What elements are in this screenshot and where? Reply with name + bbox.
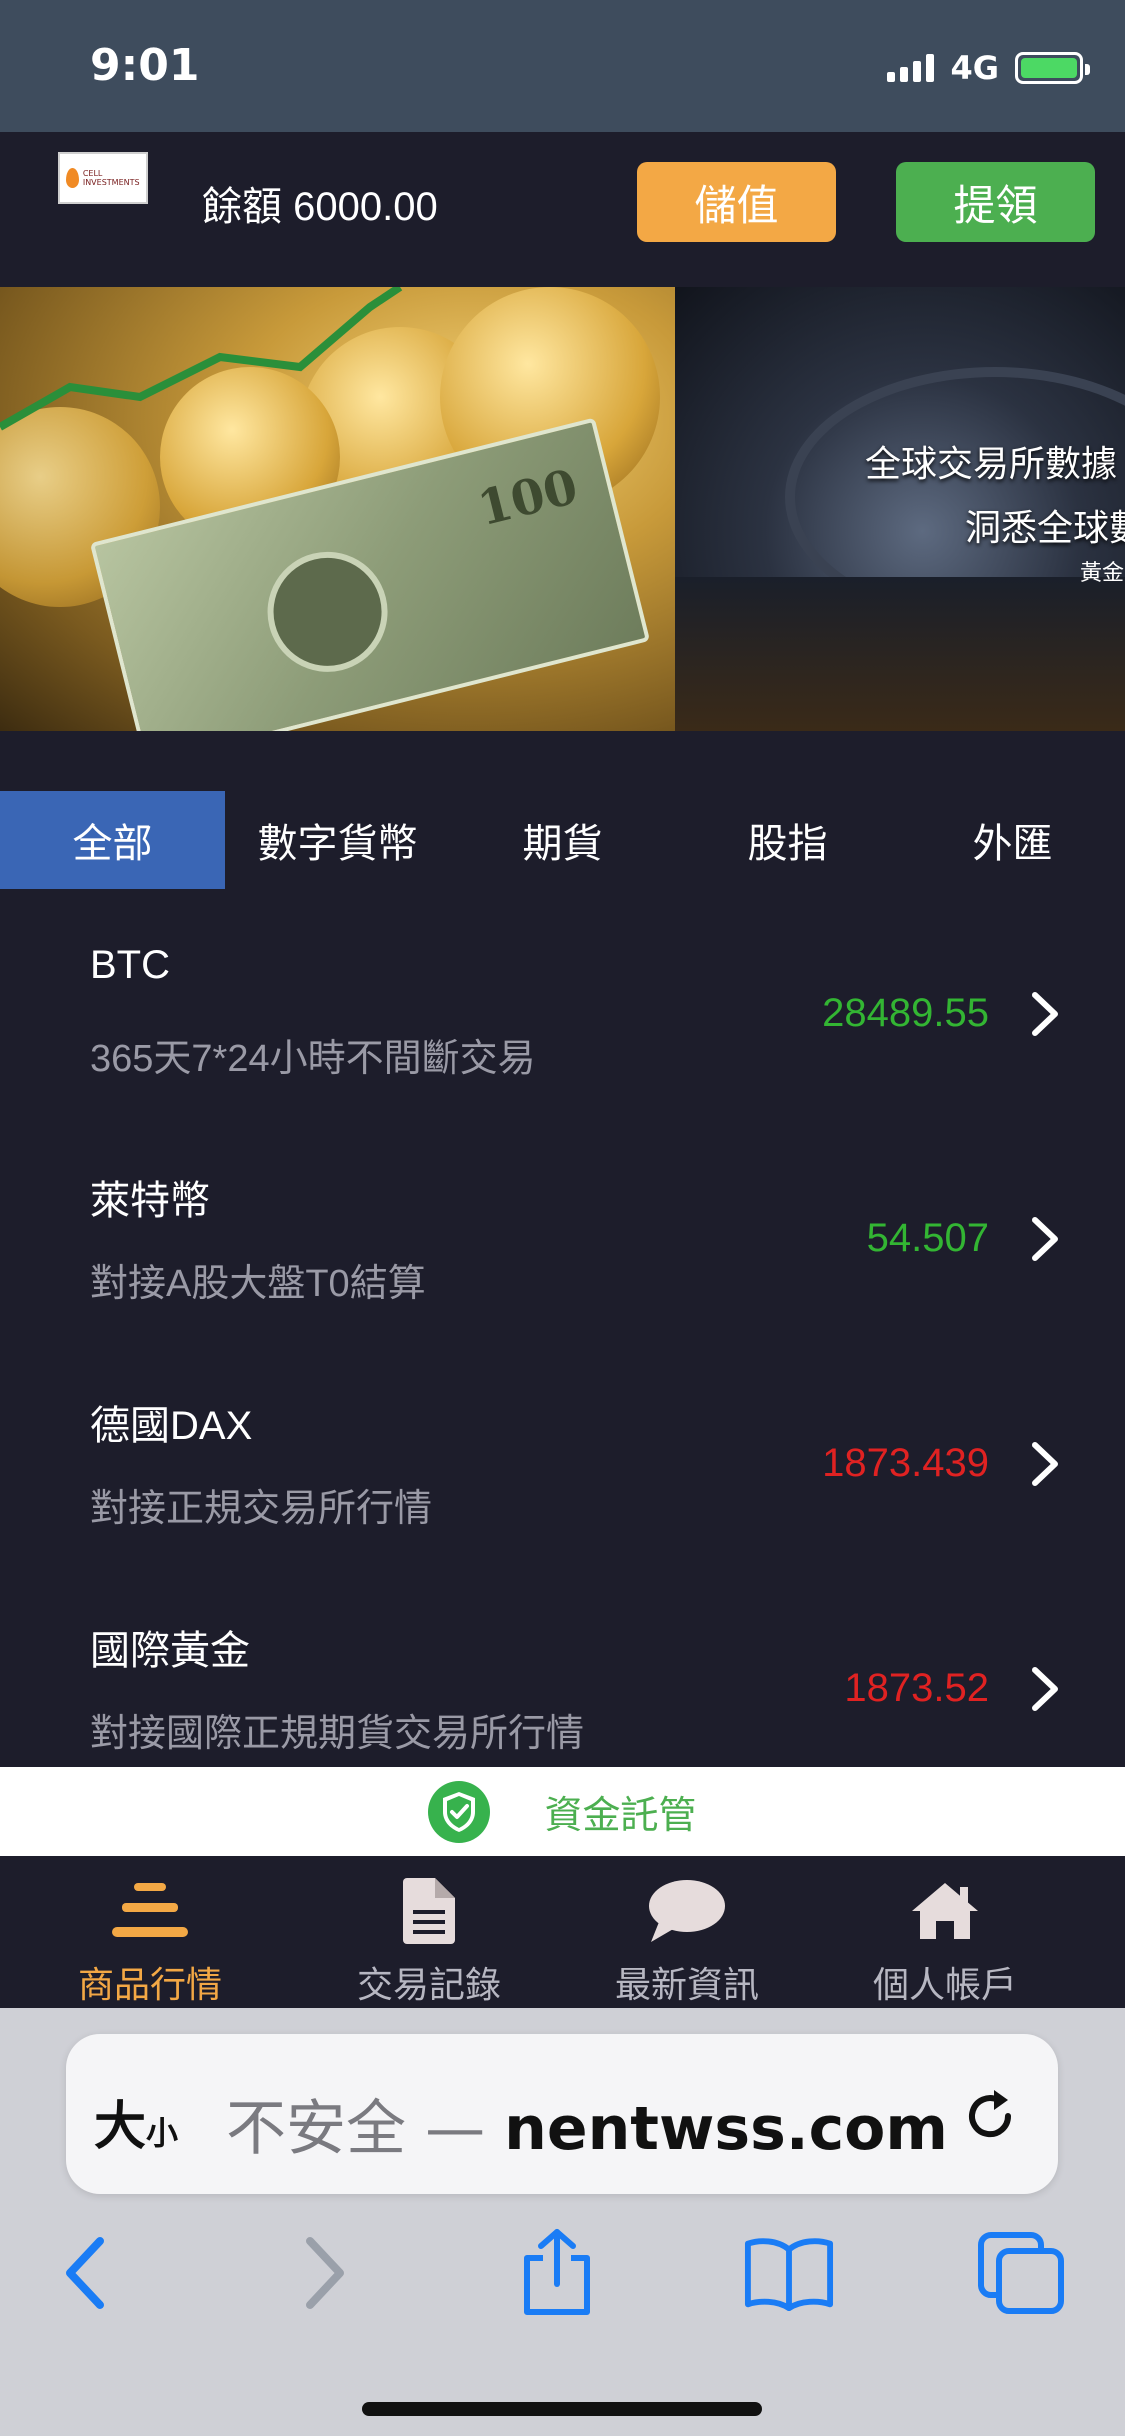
product-name: 德國DAX [90,1404,253,1448]
chevron-right-icon [1032,992,1058,1036]
banner-headline: 全球交易所數據 [865,443,1118,484]
status-time: 9:01 [90,40,200,91]
custody-label: 資金託管 [544,1795,697,1837]
nav-item-news[interactable]: 最新資訊 [558,1856,816,2008]
list-item[interactable]: 萊特幣 對接A股大盤T0結算 54.507 [0,1128,1125,1353]
product-price: 1873.52 [844,1666,989,1710]
list-item[interactable]: 國際黃金 對接國際正規期貨交易所行情 1873.52 [0,1578,1125,1767]
text-size-large: 大 [94,2097,147,2157]
browser-nav-tools [0,2208,1125,2348]
banner-caption: 黃金 [1080,560,1125,585]
tab-forex[interactable]: 外匯 [900,791,1125,889]
nav-label: 最新資訊 [614,1964,759,2005]
status-indicators: 4G [887,48,1090,88]
account-balance: 餘額 6000.00 [202,185,438,229]
reload-icon[interactable] [958,2084,1022,2148]
deposit-button[interactable]: 儲值 [637,162,836,242]
product-name: 萊特幣 [90,1179,210,1223]
product-description: 對接A股大盤T0結算 [90,1263,426,1305]
product-price: 28489.55 [822,991,989,1035]
chevron-right-icon [1032,1442,1058,1486]
banner-subheadline: 洞悉全球數 [965,507,1125,548]
fund-custody-banner[interactable]: 資金託管 [0,1767,1125,1856]
book-icon [744,2238,834,2311]
banner-slide-gold: 100 [0,287,675,731]
product-description: 365天7*24小時不間斷交易 [90,1038,536,1080]
chat-bubble-icon [647,1876,727,1946]
url-domain: nentwss.com [504,2094,948,2164]
product-list: BTC 365天7*24小時不間斷交易 28489.55 萊特幣 對接A股大盤T… [0,903,1125,1767]
list-item[interactable]: BTC 365天7*24小時不間斷交易 28489.55 [0,903,1125,1128]
url-display: 不安全 — nentwss.com [226,2080,948,2167]
app-header: CELL INVESTMENTS 餘額 6000.00 儲值 提領 [0,132,1125,287]
bookmarks-button[interactable] [744,2228,834,2318]
document-icon [403,1876,455,1946]
home-icon [910,1876,980,1946]
signal-icon [887,54,935,82]
promo-banner[interactable]: 100 全球交易所數據 洞悉全球數 黃金 [0,287,1125,731]
chevron-right-icon [306,2237,344,2309]
product-price: 54.507 [866,1216,989,1260]
bottom-nav: 商品行情 交易記錄 最新資訊 個人帳戶 [0,1856,1125,2008]
product-name: 國際黃金 [90,1629,250,1673]
product-description: 對接正規交易所行情 [90,1488,433,1530]
market-icon [112,1876,188,1946]
shield-check-icon [428,1780,491,1843]
tabs-button[interactable] [976,2228,1066,2318]
browser-toolbar: 大小 不安全 — nentwss.com [0,2008,1125,2436]
address-bar[interactable]: 大小 不安全 — nentwss.com [66,2034,1058,2194]
tab-indices[interactable]: 股指 [675,791,900,889]
home-indicator [362,2402,762,2416]
forward-button[interactable] [280,2228,370,2318]
product-name: BTC [90,943,170,987]
nav-item-records[interactable]: 交易記錄 [300,1856,558,2008]
list-item[interactable]: 德國DAX 對接正規交易所行情 1873.439 [0,1353,1125,1578]
url-security-label: 不安全 — [226,2094,505,2164]
product-description: 對接國際正規期貨交易所行情 [90,1713,585,1755]
network-label: 4G [950,49,999,87]
banner-slide-exchange: 全球交易所數據 洞悉全球數 黃金 [675,287,1125,731]
category-tabs: 全部 數字貨幣 期貨 股指 外匯 [0,791,1125,889]
nav-label: 商品行情 [77,1964,222,2005]
nav-item-market[interactable]: 商品行情 [0,1856,300,2008]
share-icon [524,2229,590,2315]
back-button[interactable] [40,2228,130,2318]
withdraw-button[interactable]: 提領 [896,162,1095,242]
flame-icon [66,168,79,188]
nav-label: 個人帳戶 [872,1964,1017,2005]
chevron-right-icon [1032,1667,1058,1711]
brand-logo: CELL INVESTMENTS [58,152,148,204]
chevron-left-icon [66,2237,104,2309]
product-price: 1873.439 [822,1441,989,1485]
tab-all[interactable]: 全部 [0,791,225,889]
share-button[interactable] [512,2228,602,2318]
tabs-icon [978,2232,1064,2314]
status-bar: 9:01 4G [0,0,1125,132]
logo-text: CELL INVESTMENTS [82,169,140,187]
battery-charging-icon [1015,52,1090,84]
text-size-small: 小 [146,2114,179,2152]
tab-futures[interactable]: 期貨 [450,791,675,889]
text-size-button[interactable]: 大小 [94,2084,178,2159]
bill-number: 100 [472,458,584,538]
nav-label: 交易記錄 [356,1964,501,2005]
nav-item-account[interactable]: 個人帳戶 [816,1856,1074,2008]
tab-crypto[interactable]: 數字貨幣 [225,791,450,889]
chevron-right-icon [1032,1217,1058,1261]
